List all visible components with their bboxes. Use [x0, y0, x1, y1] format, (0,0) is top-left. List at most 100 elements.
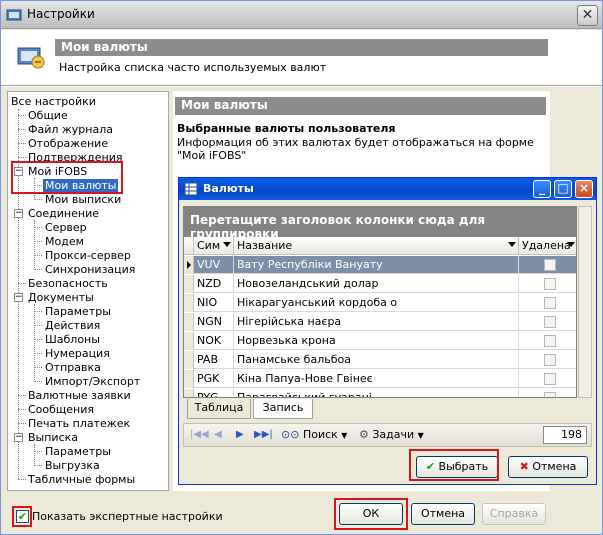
chevron-down-icon[interactable] — [567, 242, 575, 247]
cell-name[interactable]: Парагвайський гуарані — [234, 389, 519, 397]
tree-item-sending[interactable]: Отправка — [45, 361, 101, 375]
currencies-dialog-titlebar[interactable]: Валюты _ □ × — [179, 178, 596, 200]
table-row[interactable]: PAB Панамське бальбоа — [184, 351, 576, 369]
tree-item-server[interactable]: Сервер — [45, 221, 87, 235]
tree-item-security[interactable]: Безопасность — [28, 277, 108, 291]
tasks-button[interactable]: ⚙ Задачи ▼ — [358, 426, 425, 444]
chevron-down-icon[interactable] — [508, 242, 516, 247]
currencies-dialog-title: Валюты — [203, 182, 254, 195]
help-button[interactable]: Справка — [482, 503, 546, 525]
collapse-icon[interactable]: − — [14, 209, 23, 218]
cell-code[interactable]: PAB — [194, 351, 234, 369]
tree-item-proxy[interactable]: Прокси-сервер — [45, 249, 131, 263]
annotation-highlight — [12, 506, 32, 527]
tree-item-parameters[interactable]: Параметры — [45, 305, 111, 319]
cell-name[interactable]: Нікарагуанський кордоба о — [234, 294, 519, 312]
chevron-down-icon[interactable]: ▼ — [418, 431, 424, 440]
tree-item-connection[interactable]: Соединение — [28, 207, 99, 221]
group-by-area[interactable]: Перетащите заголовок колонки сюда для гр… — [184, 207, 576, 241]
chevron-down-icon[interactable]: ▼ — [341, 431, 347, 440]
tree-item-messages[interactable]: Сообщения — [28, 403, 94, 417]
cell-code[interactable]: NIO — [194, 294, 234, 312]
tree-item-statement[interactable]: Выписка — [28, 431, 78, 445]
table-row[interactable]: NIO Нікарагуанський кордоба о — [184, 294, 576, 312]
title-bar[interactable]: Настройки ✕ — [1, 1, 602, 29]
close-icon: × — [578, 181, 590, 195]
annotation-highlight — [11, 161, 123, 194]
tree-item-display[interactable]: Отображение — [28, 137, 108, 151]
tree-item-my-statements[interactable]: Мои выписки — [45, 193, 121, 207]
tree-item-export[interactable]: Выгрузка — [45, 459, 100, 473]
tree-item-log-file[interactable]: Файл журнала — [28, 123, 113, 137]
deleted-checkbox[interactable] — [544, 354, 556, 366]
tree-item-statement-parameters[interactable]: Параметры — [45, 445, 111, 459]
deleted-checkbox[interactable] — [544, 335, 556, 347]
deleted-checkbox[interactable] — [544, 316, 556, 328]
prev-record-icon[interactable]: ◀ — [214, 427, 222, 443]
header-title: Мои валюты — [55, 39, 548, 56]
cell-code[interactable]: NZD — [194, 275, 234, 293]
expert-settings-label: Показать экспертные настройки — [32, 510, 223, 523]
panel-section-title: Выбранные валюты пользователя — [177, 122, 396, 135]
maximize-button[interactable]: □ — [554, 180, 572, 198]
next-record-icon[interactable]: ▶ — [236, 427, 244, 443]
cell-name[interactable]: Нігерійська наєра — [234, 313, 519, 331]
cell-name[interactable]: Панамське бальбоа — [234, 351, 519, 369]
panel-info-line2: "Мой iFOBS" — [177, 149, 247, 162]
header-subtitle: Настройка списка часто используемых валю… — [59, 61, 327, 74]
cell-code[interactable]: PGK — [194, 370, 234, 388]
tree-item-sync[interactable]: Синхронизация — [45, 263, 135, 277]
collapse-icon[interactable]: − — [14, 293, 23, 302]
deleted-checkbox[interactable] — [544, 278, 556, 290]
tree-item-modem[interactable]: Модем — [45, 235, 84, 249]
chevron-down-icon[interactable] — [223, 242, 231, 247]
tree-item-import-export[interactable]: Импорт/Экспорт — [45, 375, 140, 389]
cancel-button[interactable]: Отмена — [411, 503, 475, 525]
tab-record[interactable]: Запись — [253, 399, 313, 419]
table-row[interactable]: VUV Вату Республіки Вануату — [184, 256, 576, 274]
dialog-cancel-button[interactable]: ✖ Отмена — [508, 456, 588, 478]
vertical-scrollbar[interactable] — [578, 206, 592, 398]
search-button[interactable]: ⊙⊙ Поиск ▼ — [280, 426, 348, 444]
tree-item-numbering[interactable]: Нумерация — [45, 347, 110, 361]
tree-item-print-payments[interactable]: Печать платежек — [28, 417, 130, 431]
cell-name[interactable]: Норвезька крона — [234, 332, 519, 350]
tab-table[interactable]: Таблица — [187, 399, 251, 419]
deleted-checkbox[interactable] — [544, 392, 556, 397]
currencies-grid[interactable]: Перетащите заголовок колонки сюда для гр… — [183, 206, 577, 398]
column-header-deleted[interactable]: Удалена — [519, 237, 576, 255]
close-button[interactable]: ✕ — [577, 5, 598, 26]
table-row[interactable]: NOK Норвезька крона — [184, 332, 576, 350]
minimize-button[interactable]: _ — [533, 180, 551, 198]
cell-name[interactable]: Кіна Папуа-Нове Гвінеє — [234, 370, 519, 388]
cell-code[interactable]: VUV — [194, 256, 234, 274]
tree-item-table-forms[interactable]: Табличные формы — [28, 473, 135, 487]
table-row[interactable]: PGK Кіна Папуа-Нове Гвінеє — [184, 370, 576, 388]
first-record-icon[interactable]: |◀◀ — [190, 427, 209, 443]
cell-name[interactable]: Вату Республіки Вануату — [234, 256, 519, 274]
tree-item-general[interactable]: Общие — [28, 109, 68, 123]
cell-code[interactable]: NGN — [194, 313, 234, 331]
tree-item-currency-requests[interactable]: Валютные заявки — [28, 389, 131, 403]
cell-code[interactable]: NOK — [194, 332, 234, 350]
tree-item-templates[interactable]: Шаблоны — [45, 333, 100, 347]
cell-name[interactable]: Новозеландський долар — [234, 275, 519, 293]
deleted-checkbox[interactable] — [544, 297, 556, 309]
table-row[interactable]: NGN Нігерійська наєра — [184, 313, 576, 331]
tree-root[interactable]: Все настройки — [11, 95, 96, 109]
tree-item-documents[interactable]: Документы — [28, 291, 94, 305]
table-row[interactable]: PYG Парагвайський гуарані — [184, 389, 576, 397]
collapse-icon[interactable]: − — [14, 433, 23, 442]
deleted-checkbox[interactable] — [544, 259, 556, 271]
cell-code[interactable]: PYG — [194, 389, 234, 397]
table-row[interactable]: NZD Новозеландський долар — [184, 275, 576, 293]
current-row-icon — [184, 256, 194, 274]
settings-window: Настройки ✕ Мои валюты Настройка списка … — [0, 0, 603, 535]
settings-tree[interactable]: Все настройки Общие Файл журнала Отображ… — [7, 91, 169, 491]
deleted-checkbox[interactable] — [544, 373, 556, 385]
last-record-icon[interactable]: ▶▶| — [254, 427, 273, 443]
dialog-close-button[interactable]: × — [575, 180, 593, 198]
tree-item-actions[interactable]: Действия — [45, 319, 100, 333]
column-header-name[interactable]: Название — [234, 237, 519, 255]
column-header-code[interactable]: Сим — [194, 237, 234, 255]
